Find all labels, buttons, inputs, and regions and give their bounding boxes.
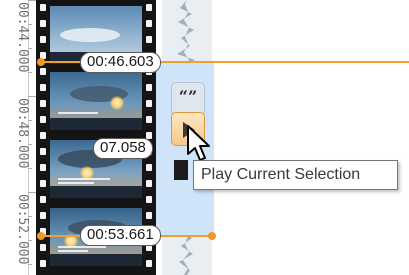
selection-end-handle-right[interactable] bbox=[208, 232, 216, 240]
ruler-tick bbox=[28, 264, 32, 265]
sprocket-hole bbox=[146, 212, 152, 219]
sprocket-hole bbox=[146, 36, 152, 43]
ruler-tick bbox=[28, 240, 32, 241]
frame-ground bbox=[50, 254, 142, 266]
frame-caption bbox=[58, 182, 94, 184]
sprocket-hole bbox=[146, 260, 152, 267]
sprocket-hole bbox=[40, 164, 46, 171]
sprocket-hole bbox=[40, 244, 46, 251]
ruler-tick bbox=[28, 24, 32, 25]
sprocket-hole bbox=[40, 132, 46, 139]
ruler-tick bbox=[28, 192, 36, 193]
ruler-tick bbox=[28, 48, 32, 49]
selection-duration: 07.058 bbox=[93, 138, 153, 159]
frame-caption bbox=[58, 178, 110, 180]
frame-sun bbox=[110, 96, 124, 110]
sprocket-hole bbox=[146, 180, 152, 187]
sprocket-hole bbox=[40, 260, 46, 267]
sprocket-hole bbox=[146, 164, 152, 171]
sprocket-hole bbox=[146, 100, 152, 107]
sprocket-hole bbox=[40, 148, 46, 155]
ruler-label-48: 00:48.000 bbox=[15, 98, 30, 169]
sprocket-hole bbox=[40, 4, 46, 11]
mouse-pointer-icon bbox=[187, 125, 210, 161]
tooltip: Play Current Selection bbox=[193, 160, 398, 190]
sprocket-hole bbox=[146, 116, 152, 123]
timeline-ruler: 00:44.000 00:48.000 00:52.000 bbox=[0, 0, 36, 275]
frame-caption bbox=[58, 246, 106, 248]
ruler-tick bbox=[28, 72, 32, 73]
frame-caption bbox=[58, 112, 98, 114]
ruler-tick bbox=[28, 0, 36, 1]
selection-start-handle[interactable] bbox=[37, 58, 45, 66]
frame-ground bbox=[50, 186, 142, 198]
sprocket-hole bbox=[146, 4, 152, 11]
sprocket-hole bbox=[40, 68, 46, 75]
ruler-tick bbox=[28, 144, 32, 145]
ruler-tick bbox=[28, 96, 36, 97]
sprocket-hole bbox=[146, 84, 152, 91]
ruler-tick bbox=[28, 216, 32, 217]
sprocket-hole bbox=[40, 180, 46, 187]
ruler-label-44: 00:44.000 bbox=[15, 2, 30, 73]
video-frame-thumbnail[interactable] bbox=[50, 72, 142, 130]
frame-ground bbox=[50, 118, 142, 130]
ruler-tick bbox=[28, 120, 32, 121]
sprocket-hole bbox=[146, 196, 152, 203]
selection-start-time: 00:46.603 bbox=[80, 52, 161, 73]
sprocket-hole bbox=[40, 116, 46, 123]
sprocket-hole bbox=[146, 20, 152, 27]
sprocket-hole bbox=[40, 84, 46, 91]
ruler-tick bbox=[28, 168, 32, 169]
ruler-label-52: 00:52.000 bbox=[15, 194, 30, 265]
caption-button[interactable]: “” bbox=[171, 82, 205, 116]
sprocket-hole bbox=[40, 100, 46, 107]
sprocket-hole bbox=[40, 36, 46, 43]
selection-end-handle[interactable] bbox=[37, 232, 45, 240]
sprocket-hole bbox=[40, 20, 46, 27]
sprocket-hole bbox=[40, 196, 46, 203]
frame-caption bbox=[58, 250, 88, 252]
selection-end-time: 00:53.661 bbox=[80, 225, 161, 246]
sprocket-hole bbox=[40, 212, 46, 219]
frame-cloud bbox=[60, 28, 120, 42]
